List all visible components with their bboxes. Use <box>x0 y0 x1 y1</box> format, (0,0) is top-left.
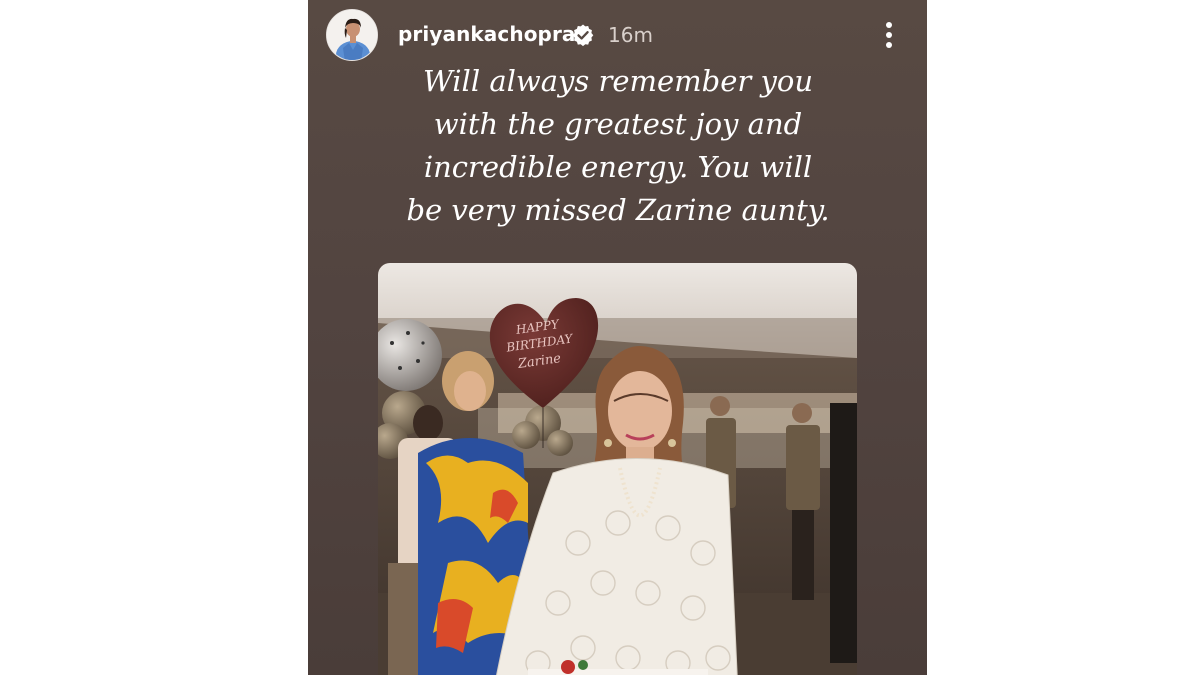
caption-line: be very missed Zarine aunty. <box>406 193 830 227</box>
story-photo: HAPPY BIRTHDAY Zarine <box>378 263 857 675</box>
more-dot <box>886 32 892 38</box>
more-options-icon[interactable] <box>876 18 902 52</box>
story-caption: Will always remember you with the greate… <box>348 60 888 232</box>
more-dot <box>886 42 892 48</box>
post-timestamp: 16m <box>608 23 653 47</box>
page: priyankachopra 16m Will always remember … <box>0 0 1200 675</box>
author-avatar[interactable] <box>326 9 378 61</box>
caption-line: Will always remember you <box>422 64 813 98</box>
caption-line: with the greatest joy and <box>433 107 803 141</box>
verified-badge-icon <box>571 23 595 47</box>
caption-line: incredible energy. You will <box>423 150 813 184</box>
instagram-story[interactable]: priyankachopra 16m Will always remember … <box>308 0 927 675</box>
more-dot <box>886 22 892 28</box>
author-username[interactable]: priyankachopra <box>398 22 576 46</box>
